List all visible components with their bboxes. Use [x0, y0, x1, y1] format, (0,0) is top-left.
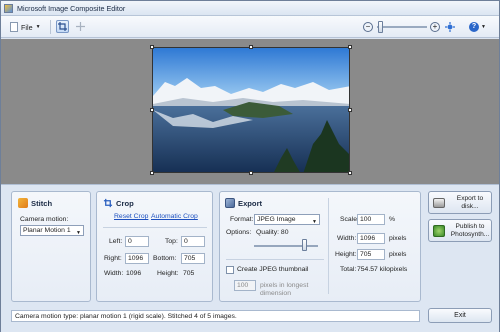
status-bar: Camera motion type: planar motion 1 (rig…: [11, 310, 420, 322]
crop-header: Crop: [103, 198, 134, 208]
app-window: Microsoft Image Composite Editor File ▼ …: [0, 0, 500, 332]
export-to-disk-button[interactable]: Export to disk...: [428, 191, 492, 214]
quality-label: Quality: 80: [256, 229, 289, 236]
export-height-label: Height:: [335, 251, 357, 258]
scale-unit: %: [389, 216, 396, 223]
status-text: Camera motion type: planar motion 1 (rig…: [15, 313, 237, 320]
title-bar: Microsoft Image Composite Editor: [1, 1, 499, 16]
export-height-field[interactable]: 705: [357, 249, 385, 260]
crop-title: Crop: [116, 198, 134, 208]
reset-crop-link[interactable]: Reset Crop: [114, 213, 148, 220]
export-to-disk-label: Export to disk...: [456, 195, 484, 210]
top-field[interactable]: 0: [181, 236, 205, 247]
minus-circle-icon[interactable]: −: [363, 22, 373, 32]
left-field[interactable]: 0: [125, 236, 149, 247]
camera-motion-value: Planar Motion 1: [23, 227, 71, 234]
camera-motion-label: Camera motion:: [20, 216, 69, 223]
scale-field[interactable]: 100: [357, 214, 385, 225]
options-label: Options:: [226, 229, 252, 236]
photosynth-icon: [433, 225, 445, 237]
format-label: Format:: [230, 216, 254, 223]
thumbnail-label: Create JPEG thumbnail: [237, 266, 309, 273]
plus-circle-icon[interactable]: +: [430, 22, 440, 32]
left-label: Left:: [109, 238, 123, 245]
bottom-field[interactable]: 705: [181, 253, 205, 264]
disk-icon: [433, 198, 445, 208]
automatic-crop-link[interactable]: Automatic Crop: [151, 213, 198, 220]
thumbnail-size-field[interactable]: 100: [234, 280, 256, 291]
format-select[interactable]: JPEG Image ▼: [254, 214, 320, 225]
zoom-slider-thumb[interactable]: [377, 21, 383, 33]
app-icon: [4, 4, 13, 13]
window-title: Microsoft Image Composite Editor: [17, 4, 126, 13]
bottom-label: Bottom:: [153, 255, 177, 262]
crop-handle-bottom-right[interactable]: [348, 171, 352, 175]
crop-handle-bottom[interactable]: [249, 171, 253, 175]
panorama-image: [153, 48, 349, 172]
document-icon: [10, 22, 18, 32]
width-value: 1096: [126, 270, 142, 277]
help-menu-button[interactable]: ? ▼: [469, 21, 486, 33]
crop-icon: [103, 198, 113, 208]
thumbnail-checkbox[interactable]: [226, 266, 234, 274]
publish-photosynth-label: Publish to Photosynth...: [450, 223, 490, 238]
toolbar-separator: [50, 20, 51, 34]
panorama-preview[interactable]: [152, 47, 350, 173]
exit-button[interactable]: Exit: [428, 308, 492, 323]
move-icon: [76, 22, 85, 31]
thumbnail-size-label: pixels in longest dimension: [260, 282, 309, 297]
file-menu-button[interactable]: File ▼: [6, 20, 45, 34]
chevron-down-icon: ▼: [481, 24, 486, 30]
total-label: Total:: [340, 266, 357, 273]
stitch-panel: Stitch Camera motion: Planar Motion 1 ▼: [11, 191, 91, 302]
camera-motion-select[interactable]: Planar Motion 1 ▼: [20, 225, 84, 236]
width-label: Width:: [104, 270, 124, 277]
crop-tool-button[interactable]: [56, 20, 69, 33]
question-icon: ?: [469, 22, 479, 32]
export-title: Export: [238, 198, 263, 208]
zoom-slider-track[interactable]: [377, 26, 427, 28]
export-header: Export: [225, 198, 262, 208]
chevron-down-icon: ▼: [35, 24, 41, 30]
export-icon: [225, 198, 235, 208]
quality-slider-track[interactable]: [254, 245, 318, 247]
crop-icon: [58, 22, 67, 31]
top-label: Top:: [165, 238, 178, 245]
stitch-header: Stitch: [18, 198, 52, 208]
right-label: Right:: [104, 255, 122, 262]
stitch-icon: [18, 198, 28, 208]
export-height-unit: pixels: [389, 251, 407, 258]
total-value: 754.57 kilopixels: [357, 266, 408, 273]
right-field[interactable]: 1096: [125, 253, 149, 264]
publish-photosynth-button[interactable]: Publish to Photosynth...: [428, 219, 492, 242]
file-menu-label: File: [21, 22, 33, 32]
crop-handle-left[interactable]: [150, 108, 154, 112]
crop-handle-top-right[interactable]: [348, 45, 352, 49]
toolbar: File ▼ − + ? ▼: [1, 16, 499, 38]
export-panel: Export Format: JPEG Image ▼ Options: Qua…: [219, 191, 421, 302]
chevron-down-icon: ▼: [76, 230, 81, 236]
crop-handle-bottom-left[interactable]: [150, 171, 154, 175]
chevron-down-icon: ▼: [312, 219, 317, 225]
height-label: Height:: [157, 270, 179, 277]
export-width-label: Width:: [337, 235, 357, 242]
export-vertical-divider: [328, 198, 329, 294]
fit-icon: [445, 22, 455, 32]
crop-panel: Crop Reset Crop Automatic Crop Left: 0 T…: [96, 191, 213, 302]
crop-divider: [103, 227, 207, 228]
export-width-field[interactable]: 1096: [357, 233, 385, 244]
crop-handle-right[interactable]: [348, 108, 352, 112]
height-value: 705: [183, 270, 195, 277]
fit-to-window-button[interactable]: [445, 22, 455, 32]
transform-tool-button[interactable]: [74, 20, 87, 33]
format-value: JPEG Image: [257, 216, 296, 223]
crop-handle-top[interactable]: [249, 45, 253, 49]
crop-handle-top-left[interactable]: [150, 45, 154, 49]
quality-slider-thumb[interactable]: [302, 239, 308, 251]
export-divider: [226, 259, 324, 260]
export-width-unit: pixels: [389, 235, 407, 242]
stitch-title: Stitch: [31, 198, 53, 208]
